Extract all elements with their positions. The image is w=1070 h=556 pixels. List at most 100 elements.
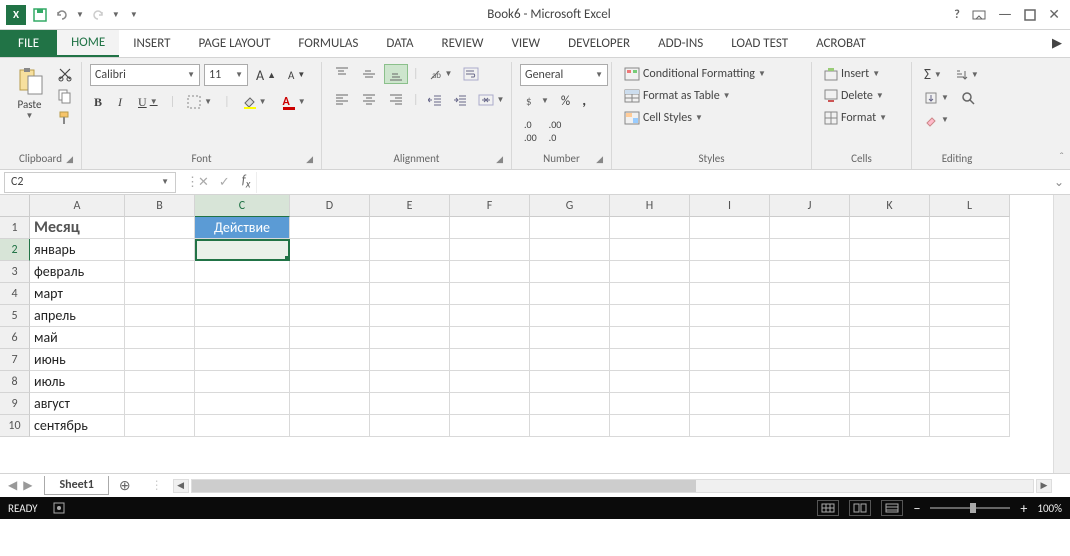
cell[interactable] [530,393,610,415]
cell[interactable] [125,261,195,283]
row-header[interactable]: 5 [0,305,30,327]
tab-review[interactable]: REVIEW [428,30,498,57]
tab-file[interactable]: FILE [0,30,57,57]
number-dialog[interactable]: ◢ [596,154,603,165]
cell[interactable] [850,305,930,327]
cancel-formula-icon[interactable]: ⋮ ✕ [180,175,213,190]
cell[interactable] [195,283,290,305]
align-right-icon[interactable] [384,90,408,110]
maximize-icon[interactable] [1024,9,1036,21]
cell[interactable] [125,393,195,415]
cell[interactable] [930,349,1010,371]
cell[interactable] [690,305,770,327]
fill-color-button[interactable]: ▼ [238,92,271,112]
undo-dropdown[interactable]: ▼ [76,10,84,20]
cell[interactable] [930,283,1010,305]
shrink-font-icon[interactable]: A▼ [284,65,309,85]
wrap-text-icon[interactable] [459,64,483,84]
cell[interactable] [370,283,450,305]
cell[interactable] [450,217,530,239]
close-icon[interactable]: ✕ [1048,6,1060,23]
cell[interactable] [125,349,195,371]
cell[interactable] [290,415,370,437]
cell[interactable] [770,415,850,437]
undo-icon[interactable] [54,7,70,23]
align-top-icon[interactable] [330,64,354,84]
cell[interactable] [930,261,1010,283]
cell[interactable] [850,371,930,393]
row-header[interactable]: 10 [0,415,30,437]
cell[interactable] [770,239,850,261]
cell[interactable] [450,239,530,261]
cell[interactable] [530,305,610,327]
cell[interactable] [370,305,450,327]
zoom-out-icon[interactable]: − [913,500,920,517]
cell[interactable] [930,305,1010,327]
italic-button[interactable]: I [114,92,126,112]
tab-page-layout[interactable]: PAGE LAYOUT [185,30,285,57]
page-layout-view-icon[interactable] [849,500,871,516]
align-middle-icon[interactable] [357,64,381,84]
cell[interactable] [450,393,530,415]
column-header[interactable]: I [690,195,770,217]
vertical-scrollbar[interactable] [1053,195,1070,473]
cell[interactable] [290,261,370,283]
redo-dropdown[interactable]: ▼ [112,10,120,20]
column-header[interactable]: H [610,195,690,217]
zoom-in-icon[interactable]: + [1020,500,1027,517]
column-header[interactable]: F [450,195,530,217]
delete-cells-button[interactable]: Delete ▼ [820,86,891,106]
page-break-view-icon[interactable] [881,500,903,516]
cell[interactable] [450,349,530,371]
tab-addins[interactable]: ADD-INS [644,30,717,57]
cell[interactable] [850,261,930,283]
conditional-formatting-button[interactable]: Conditional Formatting ▼ [620,64,770,84]
format-cells-button[interactable]: Format ▼ [820,108,891,128]
cell[interactable] [690,371,770,393]
decrease-indent-icon[interactable] [424,90,446,110]
font-color-button[interactable]: A▼ [279,92,310,112]
cell[interactable] [290,283,370,305]
cell[interactable] [850,239,930,261]
sheet-tab[interactable]: Sheet1 [44,476,108,495]
row-header[interactable]: 4 [0,283,30,305]
name-box[interactable]: C2▼ [4,172,176,193]
cell[interactable] [370,393,450,415]
cell[interactable] [610,217,690,239]
enter-formula-icon[interactable]: ✓ [213,175,236,190]
cell[interactable] [930,371,1010,393]
cell[interactable] [195,393,290,415]
cell[interactable] [530,217,610,239]
cell[interactable] [930,327,1010,349]
save-icon[interactable] [32,7,48,23]
sheet-nav-next[interactable]: ▶ [23,478,32,493]
cell[interactable] [370,261,450,283]
row-header[interactable]: 7 [0,349,30,371]
tab-insert[interactable]: INSERT [119,30,184,57]
accounting-format-icon[interactable]: $▼ [520,91,553,111]
cell[interactable]: сентябрь [30,415,125,437]
cell[interactable]: май [30,327,125,349]
bold-button[interactable]: B [90,92,106,112]
cut-icon[interactable] [57,66,73,82]
column-header[interactable]: C [195,195,290,217]
cell[interactable] [195,261,290,283]
cell[interactable] [610,261,690,283]
cell[interactable] [610,349,690,371]
cell[interactable] [530,415,610,437]
cell[interactable] [290,217,370,239]
row-header[interactable]: 6 [0,327,30,349]
sort-filter-button[interactable]: ▼ [950,65,983,85]
tab-view[interactable]: VIEW [498,30,555,57]
row-header[interactable]: 3 [0,261,30,283]
underline-button[interactable]: U ▼ [134,92,162,112]
cell[interactable] [125,305,195,327]
cell[interactable] [930,217,1010,239]
macro-record-icon[interactable] [52,501,66,515]
orientation-icon[interactable]: ab▼ [424,64,457,84]
cell[interactable]: март [30,283,125,305]
cell[interactable] [195,327,290,349]
cell[interactable]: январь [30,239,125,261]
decrease-decimal-icon[interactable]: .00.0 [545,116,566,146]
row-header[interactable]: 1 [0,217,30,239]
